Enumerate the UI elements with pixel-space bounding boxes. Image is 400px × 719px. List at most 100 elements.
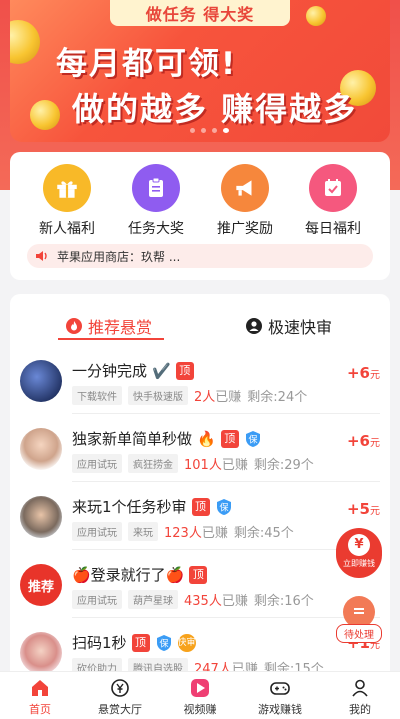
task-row[interactable]: 独家新单简单秒做 🔥 顶 保 应用试玩 疯狂捞金 101人已赚 剩余:29个 +… <box>10 422 390 486</box>
carousel-dot <box>201 128 206 133</box>
done-suffix: 已赚 <box>221 458 248 473</box>
task-title: 🍎登录就行了🍎 顶 <box>72 564 208 585</box>
task-title: 扫码1秒 顶 保 快审 <box>72 632 196 653</box>
nav-label: 首页 <box>29 703 51 716</box>
feature-daily[interactable]: 每日福利 <box>288 164 378 238</box>
done-number: 435人 <box>184 594 222 609</box>
done-count: 2人已赚 <box>194 386 241 405</box>
row-divider <box>72 413 380 414</box>
tab-fast-review[interactable]: 极速快审 <box>246 314 332 338</box>
task-tag: 应用试玩 <box>72 454 122 473</box>
task-row[interactable]: 推荐 🍎登录就行了🍎 顶 应用试玩 葫芦星球 435人已赚 剩余:16个 <box>10 558 390 622</box>
shield-icon: 保 <box>245 430 260 447</box>
coin-decoration <box>306 6 326 26</box>
task-tag: 来玩 <box>128 522 158 541</box>
done-count: 123人已赚 <box>164 522 228 541</box>
nav-label: 视频赚 <box>183 703 217 716</box>
task-meta: 应用试玩 来玩 123人已赚 剩余:45个 <box>72 522 294 541</box>
reward-value: +5 <box>346 500 370 518</box>
task-meta: 应用试玩 葫芦星球 435人已赚 剩余:16个 <box>72 590 314 609</box>
reward-unit: 元 <box>370 506 380 517</box>
banner-headline: 每月都可领! <box>56 46 238 82</box>
avatar <box>20 428 62 470</box>
remaining-count: 剩余:24个 <box>247 390 308 405</box>
notice-bar[interactable]: 苹果应用商店：玖帮 ... <box>27 244 373 268</box>
task-title: 一分钟完成 ✔️ 顶 <box>72 360 194 381</box>
carousel-dot <box>212 128 217 133</box>
task-title-text: 来玩1个任务秒审 <box>72 498 187 516</box>
home-icon <box>32 680 48 696</box>
task-tag: 葫芦星球 <box>128 590 178 609</box>
done-number: 123人 <box>164 526 202 541</box>
user-circle-icon <box>246 318 262 334</box>
row-divider <box>72 617 380 618</box>
avatar <box>20 632 62 674</box>
remaining-count: 剩余:45个 <box>233 526 294 541</box>
feature-label: 每日福利 <box>305 221 361 237</box>
tab-recommended[interactable]: 推荐悬赏 <box>66 314 152 338</box>
task-row[interactable]: 来玩1个任务秒审 顶 保 应用试玩 来玩 123人已赚 剩余:45个 +5元 <box>10 490 390 554</box>
nav-games[interactable]: 游戏赚钱 <box>240 672 320 719</box>
done-suffix: 已赚 <box>215 390 242 405</box>
done-count: 435人已赚 <box>184 590 248 609</box>
shield-icon: 保 <box>216 498 231 515</box>
task-meta: 应用试玩 疯狂捞金 101人已赚 剩余:29个 <box>72 454 314 473</box>
task-tag: 下载软件 <box>72 386 122 405</box>
gift-icon <box>43 164 91 212</box>
top-badge: 顶 <box>131 633 150 652</box>
banner-subheadline: 做的越多 赚得越多 <box>72 90 358 128</box>
nav-label: 游戏赚钱 <box>258 703 302 716</box>
feature-task-prize[interactable]: 任务大奖 <box>111 164 201 238</box>
task-meta: 下载软件 快手极速版 2人已赚 剩余:24个 <box>72 386 307 405</box>
task-title-text: 扫码1秒 <box>72 634 127 652</box>
nav-profile[interactable]: 我的 <box>320 672 400 719</box>
task-tag: 疯狂捞金 <box>128 454 178 473</box>
flame-icon <box>66 318 82 334</box>
task-list-card: 推荐悬赏 极速快审 一分钟完成 ✔️ 顶 下载软件 快手极速版 2人已赚 剩余:… <box>10 294 390 684</box>
shield-icon: 保 <box>156 634 171 651</box>
tab-label: 推荐悬赏 <box>88 318 153 337</box>
video-play-icon <box>191 679 209 697</box>
svg-text:保: 保 <box>159 637 168 649</box>
svg-text:保: 保 <box>219 501 228 513</box>
bottom-nav: 首页 悬赏大厅 视频赚 游戏赚钱 我的 <box>0 671 400 719</box>
feature-card: 新人福利 任务大奖 推广奖励 每日福利 苹果应用商店：玖帮 ... <box>10 152 390 280</box>
task-tag: 应用试玩 <box>72 590 122 609</box>
task-title-text: 🍎登录就行了🍎 <box>72 566 185 584</box>
person-icon <box>352 679 368 697</box>
nav-home[interactable]: 首页 <box>0 672 80 719</box>
carousel-dot <box>190 128 195 133</box>
done-suffix: 已赚 <box>221 594 248 609</box>
task-tag: 应用试玩 <box>72 522 122 541</box>
reward-unit: 元 <box>370 370 380 381</box>
task-title: 来玩1个任务秒审 顶 保 <box>72 496 233 517</box>
megaphone-icon <box>221 164 269 212</box>
feature-newbie[interactable]: 新人福利 <box>22 164 112 238</box>
fast-review-badge: 快审 <box>177 633 196 652</box>
pending-button[interactable]: 待处理 <box>336 596 382 643</box>
top-badge: 顶 <box>189 565 208 584</box>
nav-video[interactable]: 视频赚 <box>160 672 240 719</box>
promo-banner[interactable]: 做任务 得大奖 每月都可领! 做的越多 赚得越多 <box>10 0 390 142</box>
done-count: 101人已赚 <box>184 454 248 473</box>
done-suffix: 已赚 <box>201 526 228 541</box>
reward-unit: 元 <box>370 438 380 449</box>
feature-label: 新人福利 <box>39 221 95 237</box>
feature-promotion[interactable]: 推广奖励 <box>200 164 290 238</box>
task-tag: 快手极速版 <box>128 386 188 405</box>
speaker-icon <box>36 251 47 261</box>
earn-now-label: 立即赚钱 <box>343 559 375 568</box>
earn-now-button[interactable]: ¥ 立即赚钱 <box>336 528 382 578</box>
row-divider <box>72 481 380 482</box>
tab-indicator <box>58 338 164 340</box>
notice-text: 苹果应用商店：玖帮 ... <box>57 249 181 264</box>
top-badge: 顶 <box>175 361 194 380</box>
gamepad-icon <box>270 682 290 695</box>
nav-reward-hall[interactable]: 悬赏大厅 <box>80 672 160 719</box>
clipboard-icon <box>132 164 180 212</box>
yen-circle-icon <box>111 679 129 697</box>
task-title: 独家新单简单秒做 🔥 顶 保 <box>72 428 262 449</box>
task-title-text: 独家新单简单秒做 <box>72 430 193 448</box>
task-row[interactable]: 一分钟完成 ✔️ 顶 下载软件 快手极速版 2人已赚 剩余:24个 +6元 <box>10 354 390 418</box>
feature-label: 任务大奖 <box>128 221 184 237</box>
